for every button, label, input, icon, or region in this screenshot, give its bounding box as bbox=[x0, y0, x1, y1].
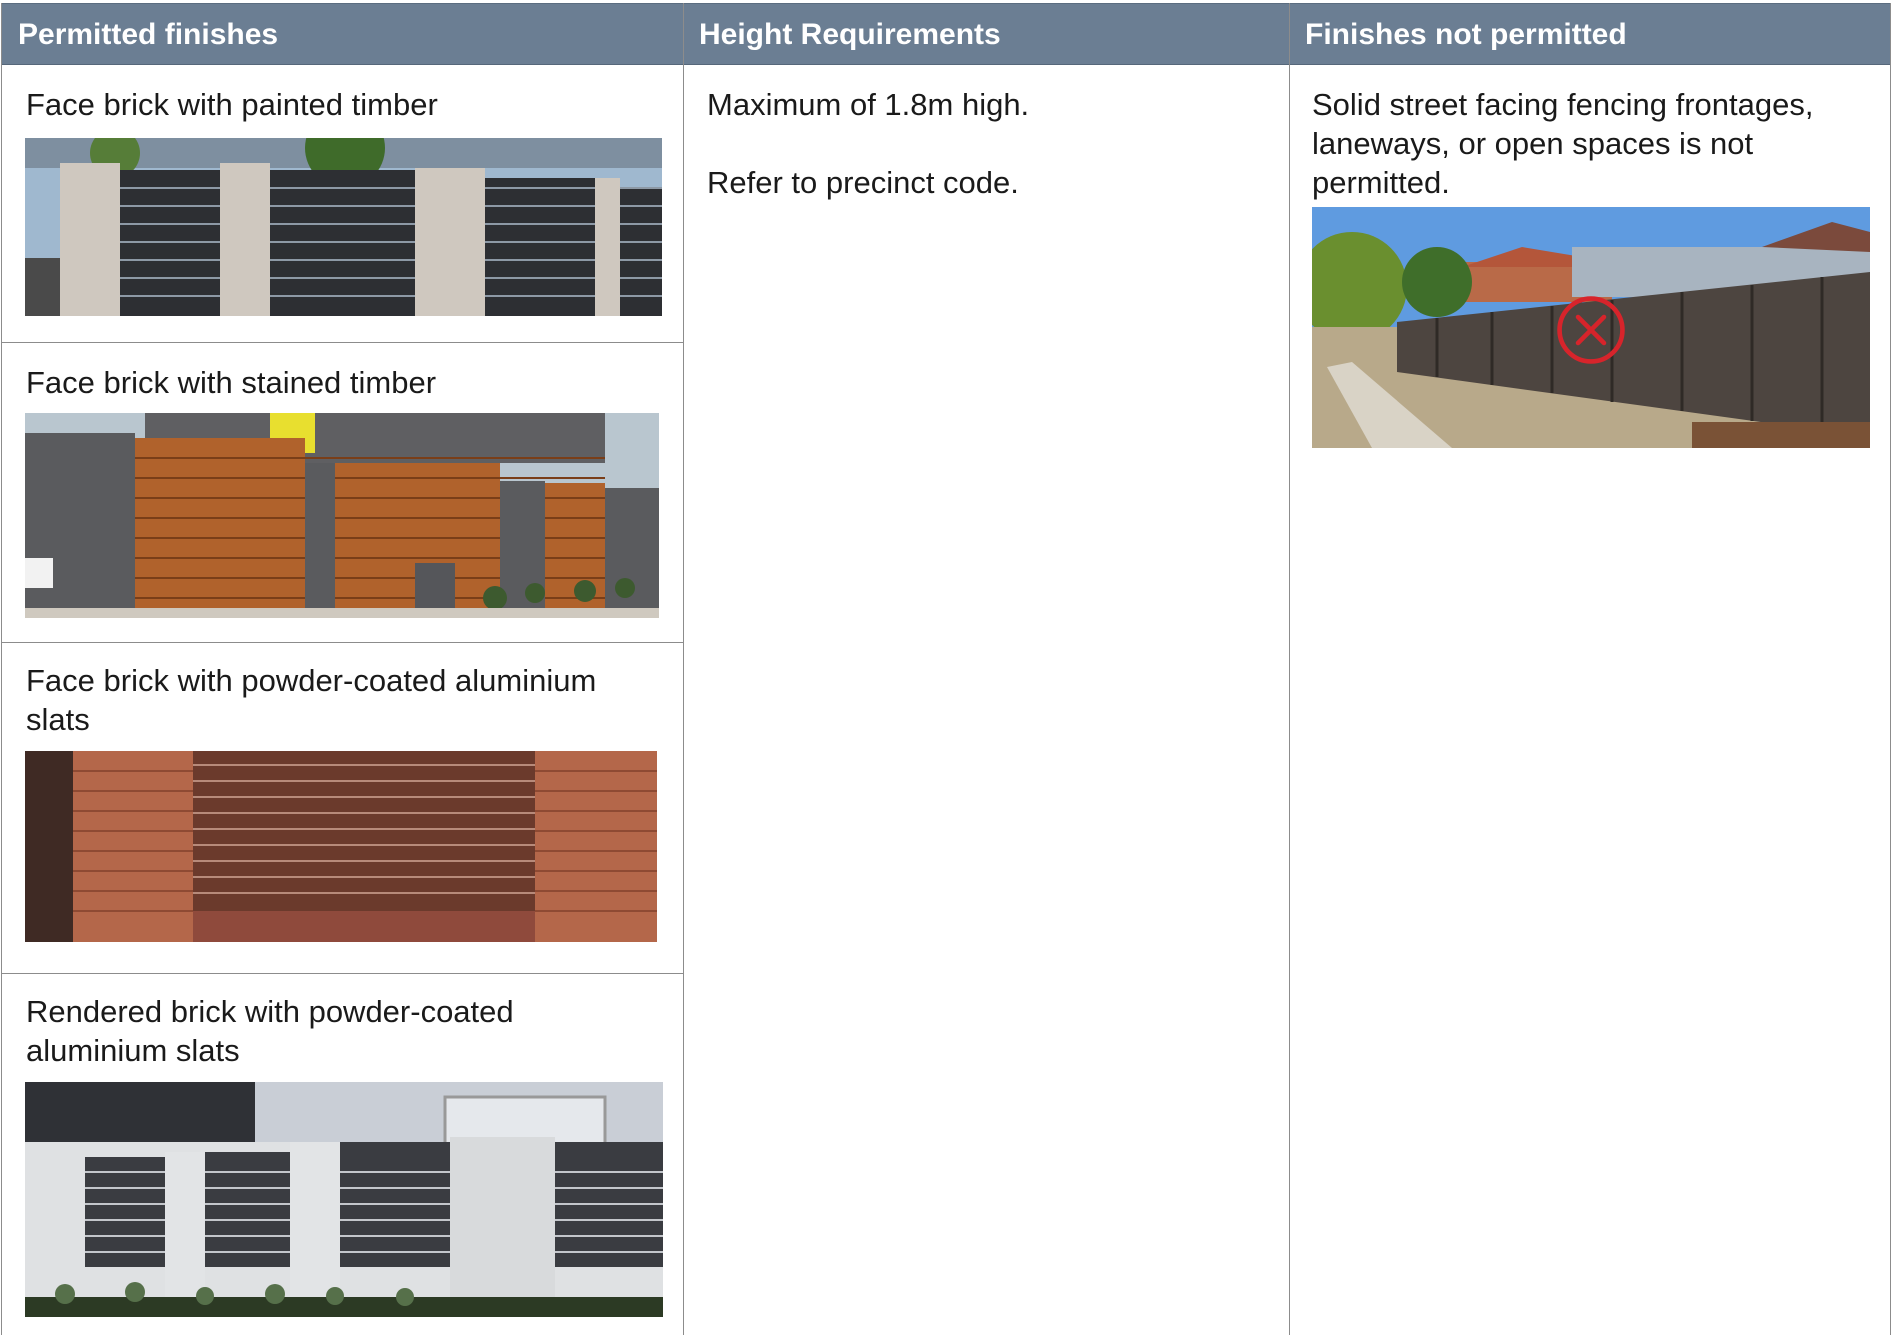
permitted-item-label: Face brick with powder-coated aluminium … bbox=[26, 663, 597, 737]
permitted-item: Face brick with stained timber bbox=[2, 343, 683, 643]
permitted-item-label: Face brick with stained timber bbox=[26, 365, 437, 400]
height-requirements-column: Height Requirements Maximum of 1.8m high… bbox=[684, 3, 1290, 1335]
not-permitted-text: Solid street facing fencing frontages, l… bbox=[1312, 87, 1814, 200]
finishes-not-permitted-header: Finishes not permitted bbox=[1290, 3, 1890, 65]
fencing-finishes-table: Permitted finishes Face brick with paint… bbox=[1, 3, 1891, 1335]
height-max-text: Maximum of 1.8m high. bbox=[707, 87, 1030, 122]
height-requirements-header: Height Requirements bbox=[684, 3, 1289, 65]
permitted-item-label: Rendered brick with powder-coated alumin… bbox=[26, 994, 514, 1068]
fence-brick-aluminium-slats-photo bbox=[25, 751, 657, 942]
permitted-finishes-column: Permitted finishes Face brick with paint… bbox=[2, 3, 684, 1335]
solid-colorbond-fence-photo bbox=[1312, 207, 1870, 448]
permitted-item: Face brick with powder-coated aluminium … bbox=[2, 643, 683, 974]
fence-painted-timber-photo bbox=[25, 138, 662, 316]
permitted-item-label: Face brick with painted timber bbox=[26, 87, 438, 122]
cross-circle-icon bbox=[1557, 296, 1625, 364]
precinct-code-text: Refer to precinct code. bbox=[707, 165, 1019, 200]
finishes-not-permitted-column: Finishes not permitted Solid street faci… bbox=[1290, 3, 1891, 1335]
permitted-finishes-header: Permitted finishes bbox=[2, 3, 683, 65]
fence-stained-timber-photo bbox=[25, 413, 659, 618]
fence-rendered-aluminium-slats-photo bbox=[25, 1082, 663, 1317]
permitted-item: Face brick with painted timber bbox=[2, 65, 683, 343]
permitted-item: Rendered brick with powder-coated alumin… bbox=[2, 974, 683, 1335]
